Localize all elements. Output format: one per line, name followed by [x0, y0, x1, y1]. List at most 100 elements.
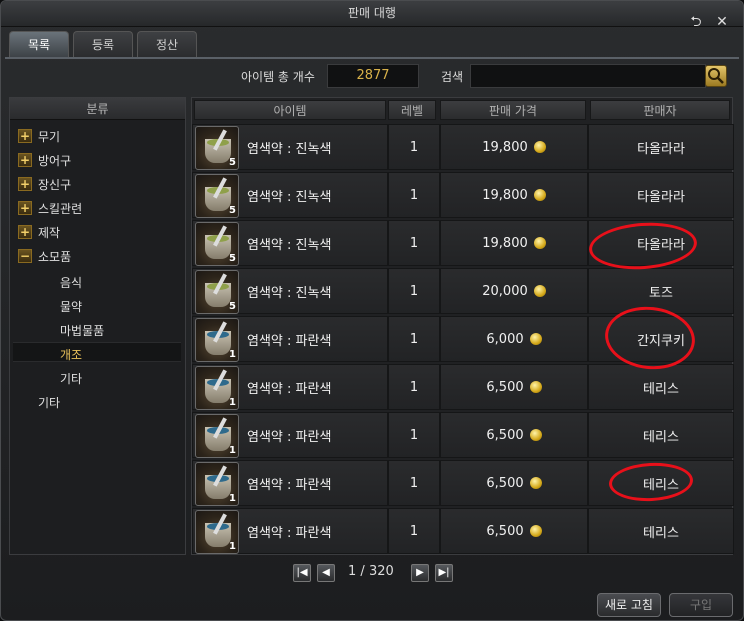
column-item[interactable]: 아이템 — [194, 100, 386, 120]
category-craft[interactable]: + 제작 — [18, 222, 60, 242]
table-row[interactable]: 1 염색약 : 파란색 1 6,500 테리스 — [192, 412, 734, 458]
dye-bucket-icon[interactable]: 5 — [195, 270, 239, 314]
level-cell: 1 — [388, 172, 440, 218]
category-consumable[interactable]: − 소모품 — [18, 246, 71, 266]
item-price: 6,500 — [486, 475, 524, 491]
dye-bucket-icon[interactable]: 1 — [195, 414, 239, 458]
seller-cell: 테리스 — [588, 364, 734, 410]
table-row[interactable]: 1 염색약 : 파란색 1 6,500 테리스 — [192, 508, 734, 554]
item-name: 염색약 : 진녹색 — [247, 189, 332, 205]
gold-coin-icon — [533, 285, 546, 297]
category-weapon[interactable]: + 무기 — [18, 126, 60, 146]
tab-register[interactable]: 등록 — [73, 31, 133, 57]
first-page-button[interactable]: |◀ — [293, 564, 311, 582]
item-price: 6,500 — [486, 379, 524, 395]
category-skill[interactable]: + 스킬관련 — [18, 198, 82, 218]
next-page-button[interactable]: ▶ — [411, 564, 429, 582]
item-name: 염색약 : 파란색 — [247, 429, 332, 445]
column-level[interactable]: 레벨 — [388, 100, 436, 120]
item-cell[interactable]: 5 염색약 : 진녹색 — [192, 172, 388, 218]
tab-list[interactable]: 목록 — [9, 31, 69, 57]
table-row[interactable]: 5 염색약 : 진녹색 1 19,800 타올라라 — [192, 124, 734, 170]
table-row[interactable]: 1 염색약 : 파란색 1 6,500 테리스 — [192, 364, 734, 410]
search-label: 검색 — [441, 70, 464, 84]
dye-bucket-icon[interactable]: 5 — [195, 174, 239, 218]
item-name: 염색약 : 파란색 — [247, 381, 332, 397]
return-icon[interactable]: ⮌ — [687, 13, 705, 31]
dye-bucket-icon[interactable]: 1 — [195, 510, 239, 554]
level-cell: 1 — [388, 220, 440, 266]
item-cell[interactable]: 5 염색약 : 진녹색 — [192, 220, 388, 266]
expand-icon[interactable]: + — [18, 225, 32, 239]
subcategory-potion[interactable]: 물약 — [60, 298, 82, 315]
item-level: 1 — [409, 475, 419, 491]
subcategory-magic-item[interactable]: 마법물품 — [60, 322, 104, 339]
item-cell[interactable]: 1 염색약 : 파란색 — [192, 412, 388, 458]
price-cell: 20,000 — [440, 268, 588, 314]
expand-icon[interactable]: + — [18, 129, 32, 143]
category-sidebar: 분류 + 무기 + 방어구 + 장신구 + 스킬관련 + 제작 − 소모품 음식 물약 마법… — [9, 97, 186, 555]
tab-divider — [5, 57, 739, 59]
category-other[interactable]: 기타 — [38, 394, 60, 411]
category-armor[interactable]: + 방어구 — [18, 150, 71, 170]
dye-bucket-icon[interactable]: 1 — [195, 366, 239, 410]
stack-quantity: 1 — [229, 493, 236, 504]
search-button[interactable] — [705, 65, 727, 87]
seller-name: 타올라라 — [637, 141, 685, 157]
subcategory-modify[interactable]: 개조 — [60, 346, 82, 363]
level-cell: 1 — [388, 316, 440, 362]
price-cell: 6,500 — [440, 412, 588, 458]
level-cell: 1 — [388, 124, 440, 170]
seller-name: 테리스 — [643, 429, 679, 445]
seller-cell: 토즈 — [588, 268, 734, 314]
refresh-button[interactable]: 새로 고침 — [597, 593, 661, 617]
gold-coin-icon — [529, 333, 542, 345]
dye-bucket-icon[interactable]: 5 — [195, 126, 239, 170]
tab-settlement[interactable]: 정산 — [137, 31, 197, 57]
column-price[interactable]: 판매 가격 — [440, 100, 586, 120]
level-cell: 1 — [388, 268, 440, 314]
seller-cell: 타올라라 — [588, 172, 734, 218]
buy-button[interactable]: 구입 — [669, 593, 733, 617]
dye-bucket-icon[interactable]: 1 — [195, 318, 239, 362]
stack-quantity: 1 — [229, 541, 236, 552]
dye-bucket-icon[interactable]: 5 — [195, 222, 239, 266]
price-cell: 6,500 — [440, 508, 588, 554]
close-icon[interactable]: ✕ — [713, 13, 731, 31]
current-page: 1 — [348, 564, 357, 579]
item-level: 1 — [409, 427, 419, 443]
item-cell[interactable]: 1 염색약 : 파란색 — [192, 460, 388, 506]
category-label: 제작 — [38, 225, 61, 240]
item-level: 1 — [409, 523, 419, 539]
last-page-button[interactable]: ▶| — [435, 564, 453, 582]
category-label: 소모품 — [38, 249, 72, 264]
category-accessory[interactable]: + 장신구 — [18, 174, 71, 194]
category-label: 방어구 — [38, 153, 72, 168]
category-header: 분류 — [10, 98, 185, 120]
expand-icon[interactable]: + — [18, 153, 32, 167]
search-input[interactable] — [470, 64, 706, 88]
expand-icon[interactable]: + — [18, 177, 32, 191]
item-level: 1 — [409, 331, 419, 347]
item-cell[interactable]: 1 염색약 : 파란색 — [192, 508, 388, 554]
item-cell[interactable]: 1 염색약 : 파란색 — [192, 316, 388, 362]
item-price: 6,000 — [486, 331, 524, 347]
item-cell[interactable]: 5 염색약 : 진녹색 — [192, 124, 388, 170]
item-cell[interactable]: 1 염색약 : 파란색 — [192, 364, 388, 410]
stack-quantity: 5 — [229, 205, 236, 216]
expand-icon[interactable]: + — [18, 201, 32, 215]
gold-coin-icon — [533, 141, 546, 153]
prev-page-button[interactable]: ◀ — [317, 564, 335, 582]
gold-coin-icon — [533, 237, 546, 249]
category-label: 장신구 — [38, 177, 72, 192]
subcategory-etc[interactable]: 기타 — [60, 370, 82, 387]
seller-cell: 테리스 — [588, 508, 734, 554]
subcategory-food[interactable]: 음식 — [60, 274, 82, 291]
gold-coin-icon — [529, 477, 542, 489]
column-seller[interactable]: 판매자 — [590, 100, 730, 120]
item-cell[interactable]: 5 염색약 : 진녹색 — [192, 268, 388, 314]
table-row[interactable]: 5 염색약 : 진녹색 1 19,800 타올라라 — [192, 172, 734, 218]
dye-bucket-icon[interactable]: 1 — [195, 462, 239, 506]
collapse-icon[interactable]: − — [18, 249, 32, 263]
gold-coin-icon — [529, 429, 542, 441]
